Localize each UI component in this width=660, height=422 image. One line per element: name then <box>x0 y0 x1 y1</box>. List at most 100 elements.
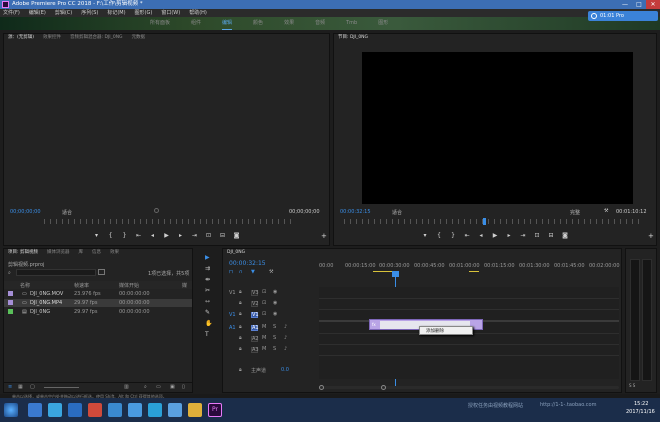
tab-metadata[interactable]: 元数据 <box>132 34 146 42</box>
start-button-icon[interactable] <box>4 403 18 417</box>
program-add-button-icon[interactable]: + <box>648 232 654 240</box>
program-step-back-icon[interactable]: ◂ <box>478 232 485 242</box>
timeline-settings-icon[interactable]: ⚒ <box>269 269 273 275</box>
track-label[interactable]: V3 <box>251 290 259 296</box>
a1-target[interactable]: A1 <box>229 325 236 331</box>
ripple-edit-tool-icon[interactable]: ⇹ <box>205 276 210 283</box>
lock-icon[interactable]: 🔒︎ <box>239 324 242 330</box>
timeline-scrollbar[interactable] <box>319 386 619 389</box>
menu-help[interactable]: 帮助(H) <box>189 9 207 17</box>
taskbar-app-icon[interactable] <box>108 403 122 417</box>
linked-selection-icon[interactable]: ∩ <box>239 269 243 275</box>
step-forward-icon[interactable]: ▸ <box>177 232 184 242</box>
program-timecode-left[interactable]: 00:00:32:15 <box>340 209 371 215</box>
lock-icon[interactable]: 🔒︎ <box>239 335 242 341</box>
folder-icon[interactable] <box>188 403 202 417</box>
mark-in-icon[interactable]: ▾ <box>93 232 100 242</box>
program-wrench-icon[interactable]: ⚒ <box>604 208 608 214</box>
workspace-tab-tmb[interactable]: Tmb <box>346 17 357 30</box>
tab-audio-clip-mixer[interactable]: 音频剪辑混合器: DJI_0NG <box>70 34 123 42</box>
go-to-out-icon[interactable]: ⇥ <box>191 232 198 242</box>
minimize-button[interactable]: — <box>618 0 632 9</box>
solo-icon[interactable]: S <box>273 335 276 341</box>
workspace-tab-effects[interactable]: 效果 <box>284 17 294 30</box>
program-play-icon[interactable]: ▶ <box>492 232 499 242</box>
source-zoom-select[interactable]: 适合 <box>62 209 72 216</box>
column-name[interactable]: 名称 <box>20 282 30 289</box>
razor-tool-icon[interactable]: ✂ <box>205 287 210 294</box>
workspace-tab-graphics[interactable]: 图形 <box>378 17 388 30</box>
type-tool-icon[interactable]: T <box>205 331 209 338</box>
sync-lock-icon[interactable]: ⊡ <box>262 300 266 306</box>
in-point-icon[interactable]: { <box>107 232 114 242</box>
selection-tool-icon[interactable]: ▶ <box>205 254 210 261</box>
new-bin-bottom-icon[interactable]: ▭ <box>156 384 161 390</box>
zoom-slider[interactable] <box>44 387 79 388</box>
mic-icon[interactable]: ♪ <box>284 324 287 330</box>
column-media[interactable]: 媒 <box>182 282 187 289</box>
source-add-button-icon[interactable]: + <box>321 232 327 240</box>
premiere-taskbar-icon[interactable]: Pr <box>208 403 222 417</box>
tab-effect-controls[interactable]: 效果控件 <box>43 34 61 42</box>
solo-icon[interactable]: S <box>273 346 276 352</box>
menu-marker[interactable]: 标记(M) <box>107 9 125 17</box>
extract-icon[interactable]: ⊟ <box>548 232 555 242</box>
list-view-icon[interactable]: ≡ <box>8 384 12 390</box>
new-item-icon[interactable]: ▣ <box>170 384 175 390</box>
close-button[interactable]: ✕ <box>646 0 660 9</box>
track-label[interactable]: V1 <box>251 312 259 318</box>
track-select-tool-icon[interactable]: ⇉ <box>205 265 210 272</box>
menu-sequence[interactable]: 序列(S) <box>81 9 98 17</box>
lock-icon[interactable]: 🔒︎ <box>239 300 242 306</box>
camera-icon[interactable]: ◙ <box>233 232 240 242</box>
maximize-button[interactable]: □ <box>632 0 646 9</box>
track-label[interactable]: A1 <box>251 325 259 331</box>
menu-file[interactable]: 文件(F) <box>3 9 20 17</box>
taskbar-app-icon[interactable] <box>68 403 82 417</box>
program-playhead[interactable] <box>483 218 486 225</box>
table-row[interactable]: ▭ DJI_0NG.MOV 23.976 fps 00:00:00:00 <box>4 290 192 298</box>
sync-lock-icon[interactable]: ⊡ <box>262 311 266 317</box>
tab-media-browser[interactable]: 媒体浏览器 <box>47 249 70 257</box>
overwrite-icon[interactable]: ⊟ <box>219 232 226 242</box>
workspace-tab-editing[interactable]: 编辑 <box>222 17 233 30</box>
label-color-chip[interactable] <box>8 309 13 314</box>
program-mark-icon[interactable]: ▾ <box>422 232 429 242</box>
tab-sequence[interactable]: DJI_0NG <box>227 249 245 257</box>
eye-icon[interactable]: ◉ <box>273 300 277 306</box>
program-quality-select[interactable]: 完整 <box>570 209 580 216</box>
tab-project[interactable]: 项目: 剪辑视频 <box>8 249 38 257</box>
workspace-tab-color[interactable]: 颜色 <box>253 17 263 30</box>
source-time-ruler[interactable] <box>44 219 294 224</box>
pen-tool-icon[interactable]: ✎ <box>205 309 210 316</box>
column-fps[interactable]: 帧速率 <box>74 282 89 289</box>
taskbar-app-icon[interactable] <box>88 403 102 417</box>
eye-icon[interactable]: ◉ <box>273 289 277 295</box>
track-label[interactable]: A2 <box>251 336 259 342</box>
lock-icon[interactable]: 🔒︎ <box>239 346 242 352</box>
program-out-icon[interactable]: } <box>450 232 457 242</box>
sync-lock-icon[interactable]: ⊡ <box>262 289 266 295</box>
mic-icon[interactable]: ♪ <box>284 346 287 352</box>
program-camera-icon[interactable]: ◙ <box>562 232 569 242</box>
program-zoom-select[interactable]: 适合 <box>392 209 402 216</box>
snap-icon[interactable]: ⊓ <box>229 269 233 275</box>
out-point-icon[interactable]: } <box>121 232 128 242</box>
meter-solo-buttons[interactable]: S S <box>629 383 635 388</box>
v1-target[interactable]: V1 <box>229 312 236 318</box>
go-to-in-icon[interactable]: ⇤ <box>135 232 142 242</box>
menu-graphics[interactable]: 图形(G) <box>135 9 153 17</box>
taskbar-app-icon[interactable] <box>28 403 42 417</box>
table-row[interactable]: ▭ DJI_0NG.MP4 29.97 fps 00:00:00:00 <box>4 299 192 307</box>
column-media-start[interactable]: 媒体开始 <box>119 282 139 289</box>
slip-tool-icon[interactable]: ⇿ <box>205 298 210 305</box>
program-go-in-icon[interactable]: ⇤ <box>464 232 471 242</box>
timeline-timecode[interactable]: 00:00:32:15 <box>229 260 266 267</box>
program-go-out-icon[interactable]: ⇥ <box>520 232 527 242</box>
lock-icon[interactable]: 🔒︎ <box>239 311 242 317</box>
solo-icon[interactable]: S <box>273 324 276 330</box>
taskbar-app-icon[interactable] <box>168 403 182 417</box>
v3-target[interactable]: V1 <box>229 290 236 296</box>
label-color-chip[interactable] <box>8 291 13 296</box>
table-row[interactable]: ▤ DJI_0NG 29.97 fps 00:00:00:00 <box>4 308 192 316</box>
